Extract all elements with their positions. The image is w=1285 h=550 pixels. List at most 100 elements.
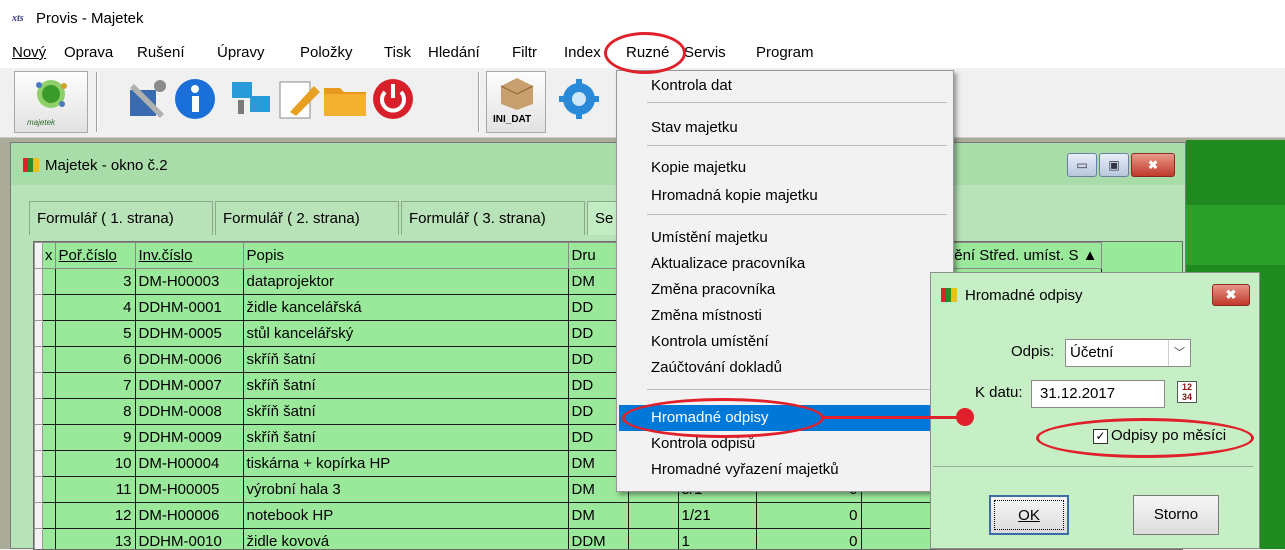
menu-aktualizace-pracovnika[interactable]: Aktualizace pracovníka [619,251,951,277]
app-title: Provis - Majetek [36,10,144,27]
cell-popis: židle kovová [243,529,568,550]
gear-icon[interactable] [556,76,602,122]
menu-kontrola-dat[interactable]: Kontrola dat [619,73,951,99]
storno-button[interactable]: Storno [1133,495,1219,535]
folder-icon[interactable] [322,76,368,122]
menu-oprava[interactable]: Oprava [64,44,113,61]
cell-inv-cislo: DM-H00004 [135,451,243,477]
cell-inv-cislo: DDHM-0005 [135,321,243,347]
storno-label: Storno [1154,506,1198,523]
scroll-up-icon[interactable]: ▲ [1083,247,1098,264]
cell-inv-cislo: DDHM-0006 [135,347,243,373]
cell-por-cislo: 13 [55,529,135,550]
dialog-close-button[interactable]: ✖ [1212,284,1250,306]
cell-hodnota: 0 [756,529,861,550]
menu-filtr[interactable]: Filtr [512,44,537,61]
kdatu-input[interactable]: 31.12.2017 [1031,380,1165,408]
annotation-ruzne [604,32,686,74]
cell-col-6 [628,529,678,550]
cell-x [43,321,56,347]
edit-icon[interactable] [276,76,322,122]
cell-x [43,451,56,477]
tools-icon[interactable] [124,76,170,122]
cell-popis: tiskárna + kopírka HP [243,451,568,477]
menu-ruseni[interactable]: Rušení [137,44,185,61]
cell-x [43,529,56,550]
chevron-down-icon[interactable]: ﹀ [1168,340,1190,366]
menu-index[interactable]: Index [564,44,601,61]
annotation-dot [956,408,974,426]
header-popis[interactable]: Popis [243,243,568,269]
minimize-button[interactable]: ▭ [1067,153,1097,177]
header-x[interactable]: x [43,243,56,269]
cell-por-cislo: 7 [55,373,135,399]
row-selector [35,529,43,550]
odpis-value: Účetní [1070,344,1113,361]
tab-form-3[interactable]: Formulář ( 3. strana) [401,201,585,235]
cell-inv-cislo: DM-H00005 [135,477,243,503]
power-icon[interactable] [370,76,416,122]
menu-zmena-mistnosti[interactable]: Změna místnosti [619,303,951,329]
cell-popis: skříň šatní [243,425,568,451]
menu-zmena-pracovnika[interactable]: Změna pracovníka [619,277,951,303]
cell-x [43,503,56,529]
cell-x [43,477,56,503]
cell-popis: židle kancelářská [243,295,568,321]
calendar-icon[interactable]: 12 34 [1177,381,1197,403]
cell-inv-cislo: DDHM-0009 [135,425,243,451]
majetek-logo-icon [29,76,73,116]
cell-inv-cislo: DDHM-0008 [135,399,243,425]
maximize-button[interactable]: ▣ [1099,153,1129,177]
menu-servis[interactable]: Servis [684,44,726,61]
cell-hodnota: 0 [756,503,861,529]
window-close-button[interactable]: ✖ [1131,153,1175,177]
ini-dat-button[interactable]: INI_DAT [486,71,546,133]
cell-inv-cislo: DDHM-0010 [135,529,243,550]
cell-popis: dataprojektor [243,269,568,295]
cell-col-6 [628,503,678,529]
ok-button[interactable]: OK [989,495,1069,535]
network-icon[interactable] [228,76,274,122]
cell-popis: notebook HP [243,503,568,529]
logo-label: majetek [27,118,55,127]
majetek-logo-button[interactable]: majetek [14,71,88,133]
row-selector [35,477,43,503]
menu-separator [647,145,947,146]
menu-kopie-majetku[interactable]: Kopie majetku [619,155,951,181]
menu-zauctovani-dokladu[interactable]: Zaúčtování dokladů [619,355,951,381]
header-por-cislo[interactable]: Poř.číslo [55,243,135,269]
hromadne-odpisy-dialog: Hromadné odpisy ✖ Odpis: Účetní ﹀ K datu… [930,272,1260,549]
app-icon: xts [12,13,24,24]
info-icon[interactable] [172,76,218,122]
row-selector [35,295,43,321]
odpis-label: Odpis: [1011,343,1054,360]
kdatu-value: 31.12.2017 [1040,385,1115,402]
menu-hromadna-kopie[interactable]: Hromadná kopie majetku [619,183,951,209]
menu-stav-majetku[interactable]: Stav majetku [619,115,951,141]
annotation-hromadne-odpisy [622,398,824,438]
menu-hledani[interactable]: Hledání [428,44,480,61]
menu-separator [647,214,947,215]
menu-tisk[interactable]: Tisk [384,44,411,61]
cell-x [43,347,56,373]
row-selector [35,503,43,529]
row-selector [35,451,43,477]
toolbar-separator [96,72,98,132]
cell-x [43,425,56,451]
header-selector [35,243,43,269]
menu-novy[interactable]: Nový [12,44,46,61]
menu-program[interactable]: Program [756,44,814,61]
menu-polozky[interactable]: Položky [300,44,353,61]
menu-umisteni-majetku[interactable]: Umístění majetku [619,225,951,251]
odpis-select[interactable]: Účetní ﹀ [1065,339,1191,367]
header-inv-cislo[interactable]: Inv.číslo [135,243,243,269]
annotation-connector [822,416,964,419]
tab-form-1[interactable]: Formulář ( 1. strana) [29,201,213,235]
menu-hromadne-vyrazeni[interactable]: Hromadné vyřazení majetků [619,457,951,483]
cell-umisteni: 1/21 [678,503,756,529]
menu-upravy[interactable]: Úpravy [217,44,265,61]
menu-kontrola-umisteni[interactable]: Kontrola umístění [619,329,951,355]
cell-por-cislo: 8 [55,399,135,425]
tab-form-2[interactable]: Formulář ( 2. strana) [215,201,399,235]
row-selector [35,373,43,399]
